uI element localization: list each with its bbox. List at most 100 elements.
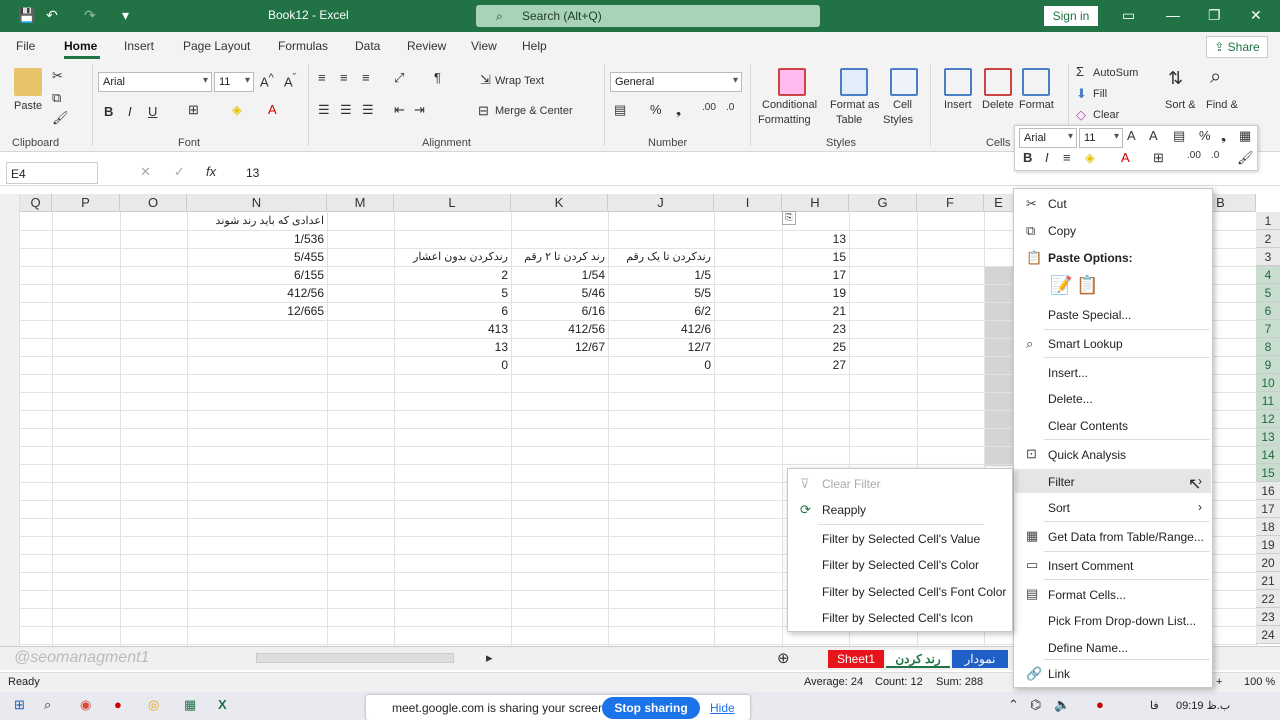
keyboard-language[interactable]: فا [1150, 699, 1159, 712]
hide-button[interactable]: Hide [710, 701, 735, 715]
clock[interactable]: 09:19 ب.ظ [1176, 699, 1230, 712]
excel-taskbar-icon[interactable]: X [218, 697, 227, 712]
font-color-icon[interactable]: A [268, 102, 277, 117]
decrease-font-icon[interactable]: Aˇ [284, 72, 296, 89]
confirm-entry-icon[interactable]: ✓ [174, 164, 185, 180]
share-button[interactable]: ⇪ Share [1206, 36, 1268, 58]
mini-format-painter-icon[interactable]: 🖌 [1237, 150, 1254, 166]
menu-cut[interactable]: Cut [1048, 197, 1067, 211]
mini-decrease-decimal-icon[interactable]: .0 [1211, 150, 1219, 161]
cell-K5[interactable]: 5/46 [511, 284, 608, 302]
submenu-filter-font-color[interactable]: Filter by Selected Cell's Font Color [822, 585, 1006, 599]
row-header-19[interactable]: 19 [1256, 536, 1280, 554]
cell-J6[interactable]: 6/2 [608, 302, 714, 320]
row-header-12[interactable]: 12 [1256, 410, 1280, 428]
cell-J5[interactable]: 5/5 [608, 284, 714, 302]
menu-copy[interactable]: Copy [1048, 224, 1076, 238]
sign-in-button[interactable]: Sign in [1044, 6, 1098, 26]
format-as-table-icon[interactable] [840, 68, 868, 96]
column-header-O[interactable]: O [120, 194, 187, 212]
cell-K8[interactable]: 12/67 [511, 338, 608, 356]
cell-L8[interactable]: 13 [394, 338, 511, 356]
row-header-20[interactable]: 20 [1256, 554, 1280, 572]
submenu-clear-filter[interactable]: Clear Filter [822, 477, 881, 491]
vertical-scrollbar[interactable] [0, 194, 20, 646]
conditional-label[interactable]: Conditional [762, 99, 817, 111]
align-right-icon[interactable]: ☰ [362, 102, 374, 118]
top-align-icon[interactable]: ≡ [318, 70, 326, 85]
mini-increase-decimal-icon[interactable]: .00 [1187, 150, 1201, 161]
redo-icon[interactable]: ↷ [84, 7, 96, 24]
cancel-entry-icon[interactable]: ✕ [140, 164, 151, 180]
cell-K7[interactable]: 412/56 [511, 320, 608, 338]
volume-icon[interactable]: 🔈 [1054, 697, 1070, 713]
search-box[interactable]: ⌕ Search (Alt+Q) [476, 5, 820, 27]
row-header-15[interactable]: 15 [1256, 464, 1280, 482]
cell-H7[interactable]: 23 [782, 320, 849, 338]
cell-J9[interactable]: 0 [608, 356, 714, 374]
underline-icon[interactable]: U [148, 104, 157, 119]
row-header-3[interactable]: 3 [1256, 248, 1280, 266]
cell-H6[interactable]: 21 [782, 302, 849, 320]
insert-cells-label[interactable]: Insert [944, 99, 972, 111]
wrap-text-button[interactable]: Wrap Text [495, 75, 544, 87]
app-icon[interactable]: ◎ [148, 697, 159, 713]
row-header-8[interactable]: 8 [1256, 338, 1280, 356]
row-header-21[interactable]: 21 [1256, 572, 1280, 590]
find-select-label[interactable]: Find & [1206, 99, 1238, 111]
submenu-filter-color[interactable]: Filter by Selected Cell's Color [822, 558, 979, 572]
accounting-format-icon[interactable]: ▤ [614, 102, 626, 118]
align-left-icon[interactable]: ☰ [318, 102, 330, 118]
row-header-14[interactable]: 14 [1256, 446, 1280, 464]
cell-label[interactable]: Cell [893, 99, 912, 111]
cell-J7[interactable]: 412/6 [608, 320, 714, 338]
cell-N3[interactable]: 5/455 [187, 248, 327, 266]
tab-insert[interactable]: Insert [124, 39, 154, 53]
fill-color-icon[interactable]: ◈ [232, 102, 242, 118]
sort-filter-icon[interactable]: ⇅ [1168, 68, 1183, 89]
column-header-G[interactable]: G [849, 194, 917, 212]
fill-label[interactable]: Fill [1093, 88, 1107, 100]
submenu-filter-icon[interactable]: Filter by Selected Cell's Icon [822, 611, 973, 625]
table-label[interactable]: Table [836, 114, 862, 126]
tab-view[interactable]: View [471, 39, 497, 53]
clear-label[interactable]: Clear [1093, 109, 1119, 121]
calculator-icon[interactable]: ▦ [184, 697, 196, 713]
menu-paste-special[interactable]: Paste Special... [1048, 308, 1131, 322]
mini-percent-icon[interactable]: % [1199, 128, 1211, 143]
formula-input[interactable]: 13 [246, 166, 259, 180]
mini-font-color-icon[interactable]: A [1121, 150, 1130, 165]
column-header-H[interactable]: H [782, 194, 849, 212]
tray-chevron-icon[interactable]: ⌃ [1008, 697, 1019, 713]
sheet-tab-rond-kardan[interactable]: رند کردن [886, 650, 950, 668]
paste-values-icon[interactable]: 📋 [1076, 275, 1098, 296]
autosum-label[interactable]: AutoSum [1093, 67, 1138, 79]
menu-clear-contents[interactable]: Clear Contents [1048, 419, 1128, 433]
formatting-label[interactable]: Formatting [758, 114, 811, 126]
format-painter-icon[interactable]: 🖌 [52, 110, 69, 126]
cell-H9[interactable]: 27 [782, 356, 849, 374]
menu-define-name[interactable]: Define Name... [1048, 641, 1128, 655]
fill-icon[interactable]: ⬇ [1076, 86, 1087, 102]
comma-style-icon[interactable]: ❟ [676, 102, 681, 118]
increase-indent-icon[interactable]: ⇥ [414, 102, 425, 118]
paste-icon[interactable] [14, 68, 42, 96]
tab-data[interactable]: Data [355, 39, 380, 53]
row-header-24[interactable]: 24 [1256, 626, 1280, 644]
mini-increase-font-icon[interactable]: A [1127, 128, 1136, 143]
windows-start-icon[interactable]: ⊞ [14, 697, 25, 713]
bold-icon[interactable]: B [104, 104, 113, 119]
mini-fill-color-icon[interactable]: ◈ [1085, 150, 1095, 166]
cell-J3[interactable]: رندکردن تا یک رقم [568, 248, 714, 266]
tab-file[interactable]: File [16, 39, 35, 53]
bottom-align-icon[interactable]: ≡ [362, 70, 370, 85]
cell-K6[interactable]: 6/16 [511, 302, 608, 320]
row-header-23[interactable]: 23 [1256, 608, 1280, 626]
menu-pick-dropdown[interactable]: Pick From Drop-down List... [1048, 614, 1196, 628]
column-header-M[interactable]: M [327, 194, 394, 212]
paste-keep-format-icon[interactable]: 📝 [1050, 275, 1072, 296]
text-direction-icon[interactable]: ¶ [434, 70, 441, 85]
maximize-icon[interactable]: ❐ [1208, 7, 1221, 24]
mini-accounting-icon[interactable]: ▤ [1173, 128, 1185, 144]
menu-format-cells[interactable]: Format Cells... [1048, 588, 1126, 602]
